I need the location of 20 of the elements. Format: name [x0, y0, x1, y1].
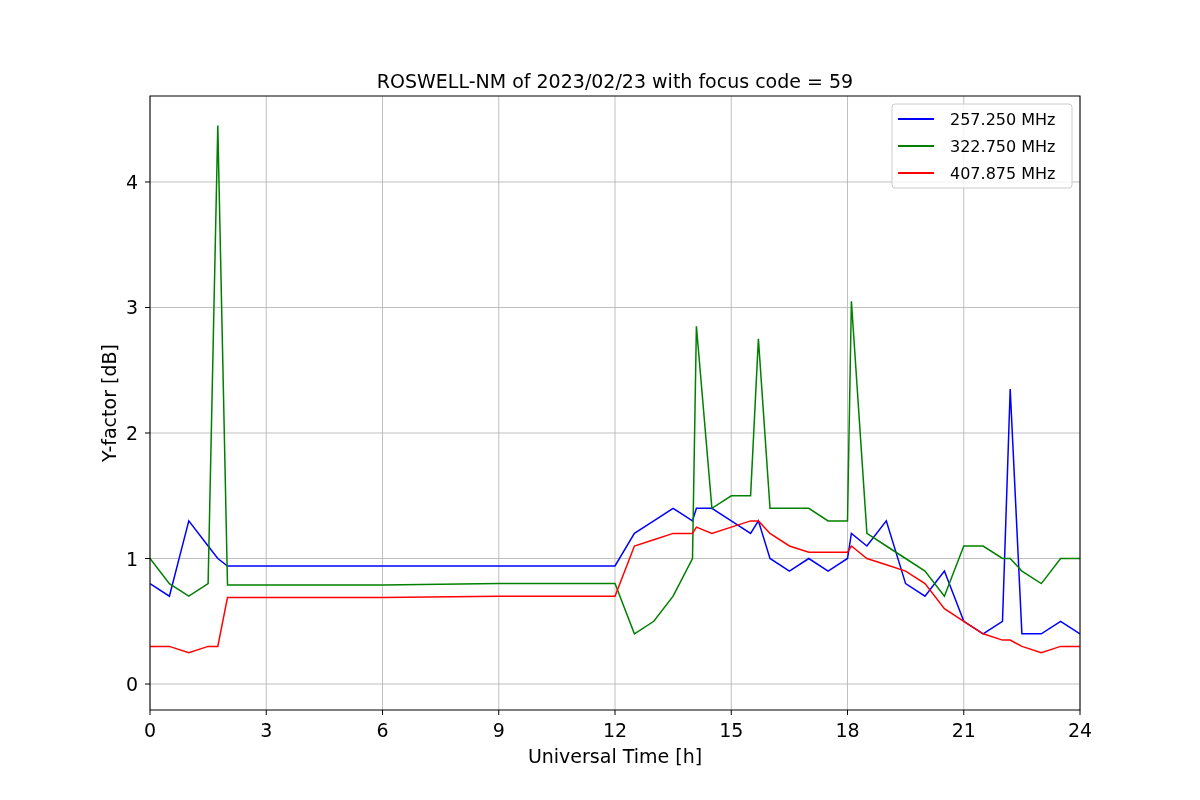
x-axis-label: Universal Time [h]	[527, 745, 703, 767]
x-tick-label: 18	[835, 719, 860, 741]
x-tick-label: 6	[376, 719, 389, 741]
x-tick-label: 0	[143, 719, 157, 741]
y-tick-label: 3	[125, 296, 138, 319]
y-tick-label: 2	[125, 422, 138, 444]
y-tick-label: 0	[125, 673, 138, 695]
x-tick-label: 3	[260, 719, 273, 741]
x-tick-label: 12	[602, 719, 628, 741]
x-tick-label: 21	[951, 719, 976, 741]
x-tick-label: 15	[719, 719, 744, 741]
x-tick-label: 9	[492, 719, 505, 741]
x-tick-label: 24	[1067, 719, 1093, 741]
y-tick-label: 4	[125, 171, 138, 193]
legend-label: 407.875 MHz	[950, 164, 1056, 183]
y-axis-label: Y-factor [dB]	[98, 344, 120, 462]
legend-label: 257.250 MHz	[950, 110, 1056, 129]
legend-label: 322.750 MHz	[950, 137, 1056, 156]
chart-title: ROSWELL-NM of 2023/02/23 with focus code = 59	[376, 70, 854, 92]
y-tick-label: 1	[125, 547, 138, 570]
